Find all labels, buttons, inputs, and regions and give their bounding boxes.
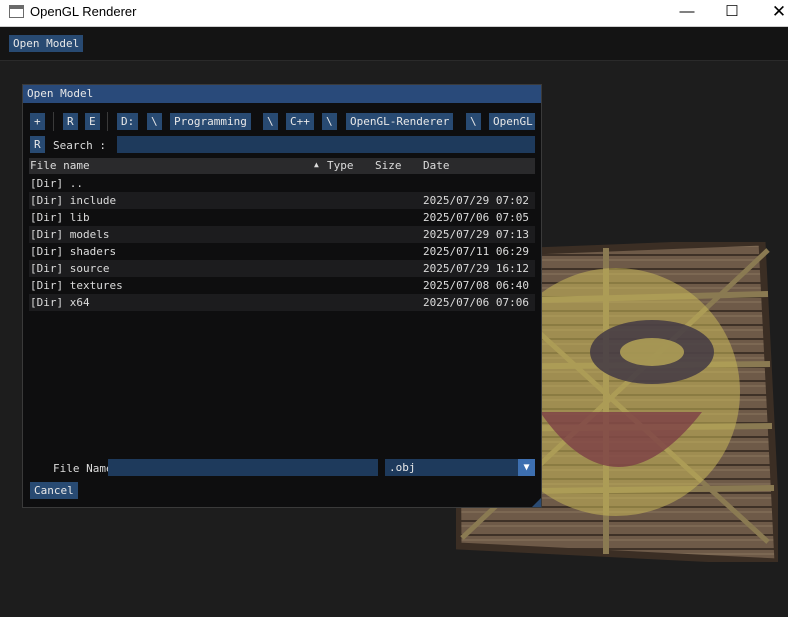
window-title-bar: OpenGL Renderer — ☐ ✕ <box>0 0 788 27</box>
file-name-cell: [Dir] include <box>30 194 117 207</box>
path-segment-cpp[interactable]: C++ <box>286 113 314 130</box>
file-date-cell: 2025/07/29 07:02 <box>423 194 529 207</box>
edit-path-button[interactable]: E <box>85 113 100 130</box>
file-name-cell: [Dir] textures <box>30 279 123 292</box>
file-list: [Dir] .. [Dir] include 2025/07/29 07:02 [… <box>29 175 535 311</box>
search-input[interactable] <box>117 136 535 153</box>
dialog-title[interactable]: Open Model <box>23 85 541 103</box>
path-separator[interactable]: \ <box>322 113 337 130</box>
open-model-button[interactable]: Open Model <box>9 35 84 52</box>
file-date-cell: 2025/07/11 06:29 <box>423 245 529 258</box>
resize-grip-icon[interactable] <box>532 498 541 507</box>
path-separator[interactable]: \ <box>466 113 481 130</box>
rename-button[interactable]: R <box>63 113 78 130</box>
file-name-cell: [Dir] .. <box>30 177 83 190</box>
file-row[interactable]: [Dir] models 2025/07/29 07:13 <box>29 226 535 243</box>
path-segment-programming[interactable]: Programming <box>170 113 251 130</box>
file-date-cell: 2025/07/06 07:06 <box>423 296 529 309</box>
file-row[interactable]: [Dir] textures 2025/07/08 06:40 <box>29 277 535 294</box>
column-header-type[interactable]: Type <box>327 158 354 174</box>
path-separator[interactable]: \ <box>263 113 278 130</box>
toolbar-separator <box>107 112 108 131</box>
file-row[interactable]: [Dir] .. <box>29 175 535 192</box>
file-type-filter-value: .obj <box>389 461 416 474</box>
open-model-dialog: Open Model + R E D: \ Programming \ C++ … <box>22 84 542 508</box>
window-title: OpenGL Renderer <box>30 4 137 19</box>
file-date-cell: 2025/07/06 07:05 <box>423 211 529 224</box>
dropdown-arrow-icon[interactable]: ▼ <box>518 459 535 476</box>
new-directory-button[interactable]: + <box>30 113 45 130</box>
column-header-file-name[interactable]: File name <box>30 158 90 174</box>
main-menu-bar: Open Model <box>0 27 788 61</box>
file-table-header: File name ▲ Type Size Date <box>29 158 535 174</box>
file-row[interactable]: [Dir] x64 2025/07/06 07:06 <box>29 294 535 311</box>
path-separator[interactable]: \ <box>147 113 162 130</box>
file-name-cell: [Dir] shaders <box>30 245 117 258</box>
file-name-cell: [Dir] lib <box>30 211 90 224</box>
file-name-cell: [Dir] source <box>30 262 110 275</box>
toolbar-separator <box>53 112 54 131</box>
file-row[interactable]: [Dir] include 2025/07/29 07:02 <box>29 192 535 209</box>
file-name-cell: [Dir] models <box>30 228 110 241</box>
sort-ascending-icon: ▲ <box>314 160 319 169</box>
maximize-button[interactable]: ☐ <box>709 0 755 26</box>
minimize-button[interactable]: — <box>664 0 710 26</box>
file-name-input[interactable] <box>108 459 378 476</box>
path-segment-opengl[interactable]: OpenGL <box>489 113 535 130</box>
file-type-filter-select[interactable]: .obj ▼ <box>385 459 535 476</box>
file-row[interactable]: [Dir] lib 2025/07/06 07:05 <box>29 209 535 226</box>
file-date-cell: 2025/07/29 07:13 <box>423 228 529 241</box>
file-name-cell: [Dir] x64 <box>30 296 90 309</box>
search-label: Search : <box>53 139 106 152</box>
file-row[interactable]: [Dir] source 2025/07/29 16:12 <box>29 260 535 277</box>
path-segment-drive[interactable]: D: <box>117 113 139 130</box>
cancel-button[interactable]: Cancel <box>30 482 78 499</box>
file-date-cell: 2025/07/29 16:12 <box>423 262 529 275</box>
path-segment-opengl-renderer[interactable]: OpenGL-Renderer <box>346 113 454 130</box>
app-icon <box>9 5 24 18</box>
file-row[interactable]: [Dir] shaders 2025/07/11 06:29 <box>29 243 535 260</box>
file-date-cell: 2025/07/08 06:40 <box>423 279 529 292</box>
column-header-date[interactable]: Date <box>423 158 450 174</box>
column-header-size[interactable]: Size <box>375 158 402 174</box>
close-button[interactable]: ✕ <box>756 0 788 26</box>
reset-search-button[interactable]: R <box>30 136 45 153</box>
